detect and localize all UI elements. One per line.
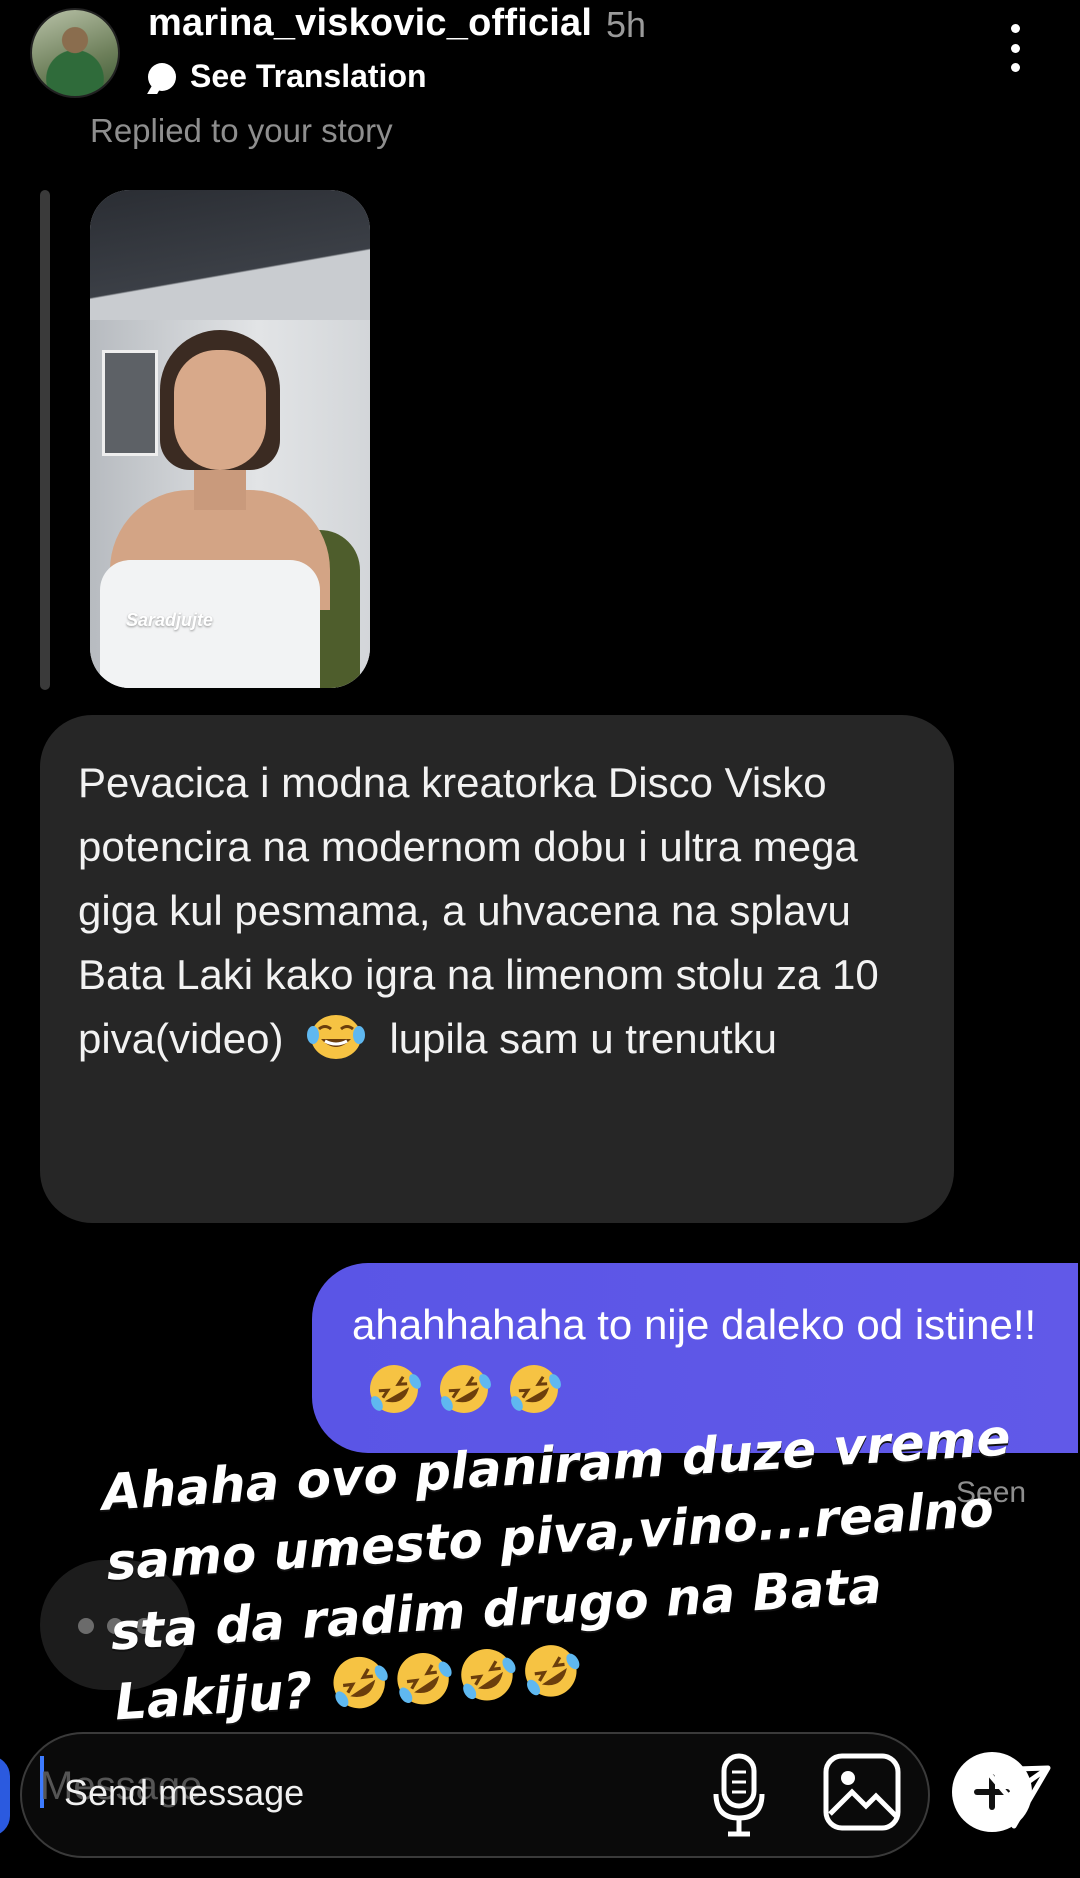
rolling-on-the-floor-laughing-icon	[333, 1656, 388, 1709]
story-thumbnail[interactable]: Saradjujte	[90, 190, 370, 688]
camera-button-edge[interactable]	[0, 1756, 10, 1836]
rolling-on-the-floor-laughing-icon	[436, 1361, 492, 1417]
reply-indicator-bar	[40, 190, 50, 690]
replied-to-story-label: Replied to your story	[90, 112, 393, 149]
story-overlay-text: Ahaha ovo planiram duze vreme samo umest…	[100, 1399, 1076, 1745]
gallery-icon[interactable]	[822, 1752, 902, 1832]
see-translation-label: See Translation	[190, 58, 427, 94]
rolling-on-the-floor-laughing-icon	[525, 1645, 580, 1697]
send-icon[interactable]	[980, 1760, 1054, 1830]
timestamp: 5h	[606, 4, 647, 45]
rolling-on-the-floor-laughing-icon	[461, 1649, 516, 1701]
more-options-icon[interactable]	[1005, 24, 1025, 72]
speech-bubble-icon	[148, 62, 176, 91]
face-with-tears-of-joy-icon	[307, 1011, 366, 1061]
see-translation-button[interactable]: See Translation	[148, 58, 427, 95]
rolling-on-the-floor-laughing-icon	[397, 1652, 452, 1705]
outgoing-message-text: ahahhahaha to nije daleko od istine!!	[352, 1301, 1037, 1348]
avatar[interactable]	[30, 8, 120, 98]
microphone-icon[interactable]	[712, 1752, 766, 1840]
rolling-on-the-floor-laughing-icon	[366, 1361, 422, 1417]
overlay-emoji-group	[328, 1639, 588, 1732]
username[interactable]: marina_viskovic_official	[148, 2, 592, 45]
incoming-message-bubble[interactable]: Pevacica i modna kreatorka Disco Visko p…	[40, 715, 954, 1223]
story-caption: Saradjujte	[126, 610, 214, 630]
rolling-on-the-floor-laughing-icon	[506, 1361, 562, 1417]
incoming-message-text-end: lupila sam u trenutku	[389, 1015, 777, 1062]
send-message-input[interactable]: Send message	[64, 1772, 304, 1814]
